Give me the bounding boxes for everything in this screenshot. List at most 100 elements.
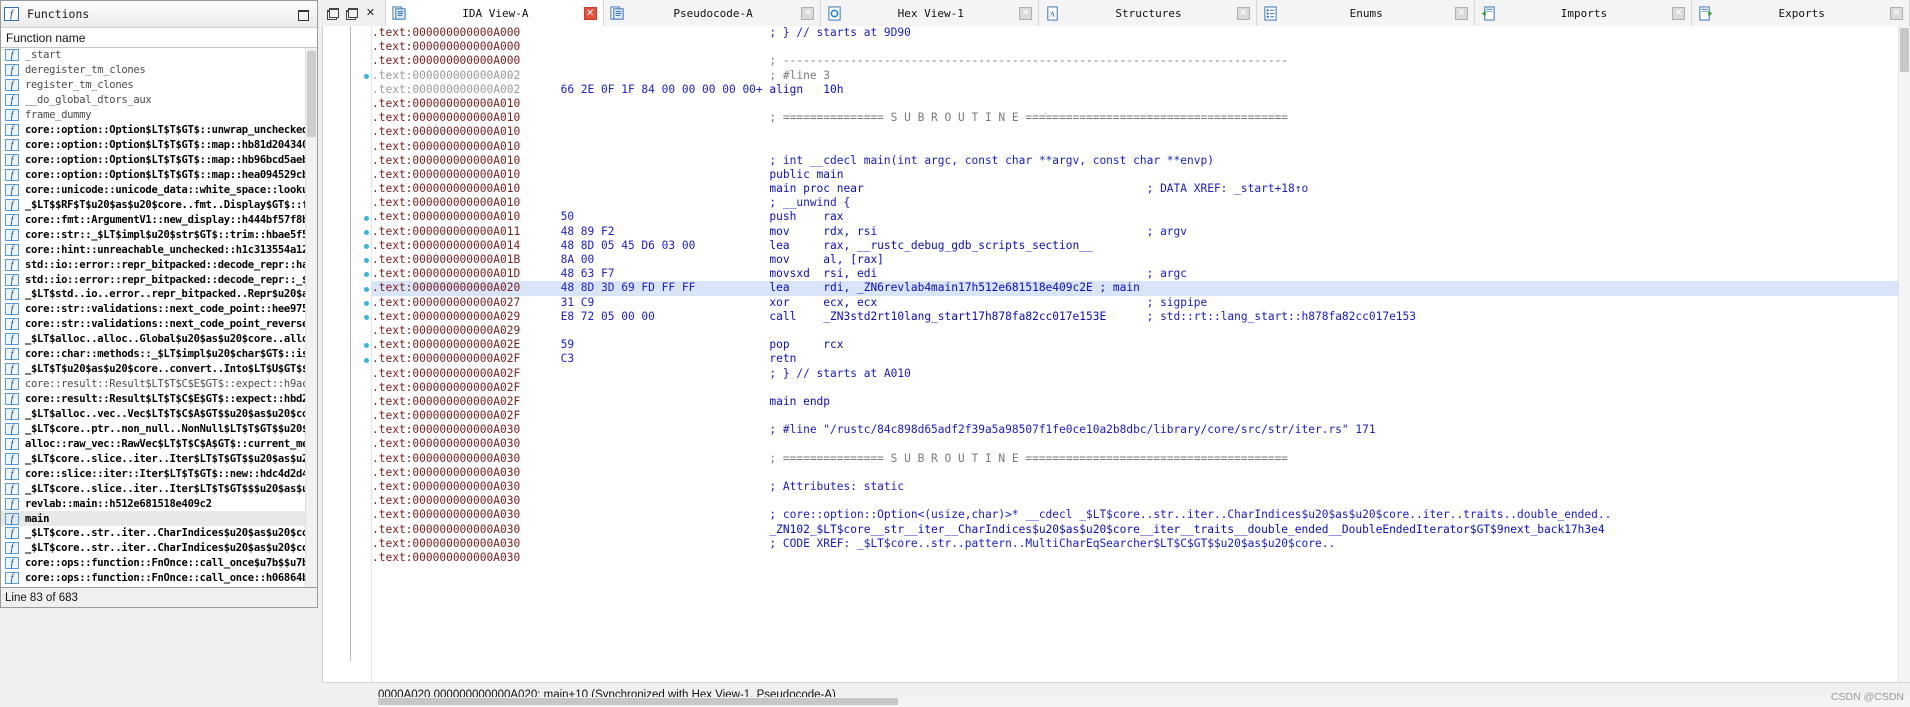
functions-list[interactable]: f_startfderegister_tm_clonesfregister_tm… — [1, 48, 306, 587]
breakpoint-marker-icon[interactable] — [364, 272, 369, 277]
functions-scrollbar-thumb[interactable] — [307, 51, 316, 137]
horizontal-scrollbar-thumb[interactable] — [378, 698, 898, 705]
function-list-item[interactable]: fcore::option::Option$LT$T$GT$::map::hb9… — [1, 153, 306, 168]
disassembly-line[interactable]: .text:000000000000A030 — [372, 437, 1910, 451]
disassembly-line[interactable]: .text:000000000000A030 ; Attributes: sta… — [372, 480, 1910, 494]
function-list-item[interactable]: fstd::io::error::repr_bitpacked::decode_… — [1, 272, 306, 287]
breakpoint-marker-icon[interactable] — [364, 74, 369, 79]
disassembly-line[interactable]: .text:000000000000A010 public main — [372, 168, 1910, 182]
breakpoint-marker-icon[interactable] — [364, 358, 369, 363]
disassembly-line[interactable]: .text:000000000000A02F — [372, 409, 1910, 423]
disassembly-line[interactable]: .text:000000000000A029 — [372, 324, 1910, 338]
function-list-item[interactable]: fcore::char::methods::_$LT$impl$u20$char… — [1, 347, 306, 362]
disassembly-line[interactable]: .text:000000000000A02F C3 retn — [372, 352, 1910, 366]
breakpoint-marker-icon[interactable] — [364, 287, 369, 292]
function-list-item[interactable]: fcore::result::Result$LT$T$C$E$GT$::expe… — [1, 377, 306, 392]
tab-imports[interactable]: Imports✕ — [1475, 0, 1693, 26]
breakpoint-marker-icon[interactable] — [364, 315, 369, 320]
disassembly-line[interactable]: .text:000000000000A030 _ZN102_$LT$core__… — [372, 523, 1910, 537]
disassembly-line[interactable]: .text:000000000000A02F main endp — [372, 395, 1910, 409]
function-list-item[interactable]: fcore::str::validations::next_code_point… — [1, 317, 306, 332]
functions-column-header[interactable]: Function name — [1, 28, 317, 48]
function-list-item[interactable]: f_$LT$core..ptr..non_null..NonNull$LT$T$… — [1, 421, 306, 436]
close-window-icon[interactable]: ✕ — [364, 7, 377, 20]
tile-window-icon[interactable] — [345, 7, 358, 20]
disassembly-code-area[interactable]: .text:000000000000A000 ; } // starts at … — [372, 26, 1910, 683]
disassembly-line[interactable]: .text:000000000000A010 main proc near ; … — [372, 182, 1910, 196]
disassembly-line[interactable]: .text:000000000000A030 — [372, 494, 1910, 508]
tab-close-icon[interactable]: ✕ — [1237, 7, 1250, 20]
tab-exports[interactable]: Exports✕ — [1692, 0, 1910, 26]
disassembly-scrollbar-thumb[interactable] — [1900, 28, 1909, 72]
disassembly-line[interactable]: .text:000000000000A02F ; } // starts at … — [372, 367, 1910, 381]
tab-close-icon[interactable]: ✕ — [1672, 7, 1685, 20]
breakpoint-marker-icon[interactable] — [364, 258, 369, 263]
function-list-item[interactable]: fcore::option::Option$LT$T$GT$::map::hb8… — [1, 138, 306, 153]
disassembly-line[interactable]: .text:000000000000A02F — [372, 381, 1910, 395]
function-list-item[interactable]: fcore::str::validations::next_code_point… — [1, 302, 306, 317]
function-list-item[interactable]: f_$LT$core..slice..iter..Iter$LT$T$GT$$$… — [1, 481, 306, 496]
function-list-item[interactable]: frevlab::main::h512e681518e409c2 — [1, 496, 306, 511]
function-list-item[interactable]: f__do_global_dtors_aux — [1, 93, 306, 108]
disassembly-line[interactable]: .text:000000000000A011 48 89 F2 mov rdx,… — [372, 225, 1910, 239]
disassembly-line[interactable]: .text:000000000000A000 ; ---------------… — [372, 54, 1910, 68]
breakpoint-marker-icon[interactable] — [364, 343, 369, 348]
tab-close-icon[interactable]: ✕ — [1019, 7, 1032, 20]
disassembly-line[interactable]: .text:000000000000A01B 8A 00 mov al, [ra… — [372, 253, 1910, 267]
disassembly-line[interactable]: .text:000000000000A030 — [372, 466, 1910, 480]
disassembly-line[interactable]: .text:000000000000A010 — [372, 140, 1910, 154]
disassembly-line[interactable]: .text:000000000000A010 ; ===============… — [372, 111, 1910, 125]
function-list-item[interactable]: f_$LT$core..str..iter..CharIndices$u20$a… — [1, 526, 306, 541]
disassembly-line[interactable]: ∨.text:000000000000A010 50 push rax — [372, 210, 1910, 224]
disassembly-vertical-scrollbar[interactable] — [1898, 26, 1910, 683]
function-list-item[interactable]: fframe_dummy — [1, 108, 306, 123]
disassembly-line[interactable]: .text:000000000000A010 — [372, 97, 1910, 111]
disassembly-line[interactable]: .text:000000000000A000 — [372, 40, 1910, 54]
function-list-item[interactable]: f_$LT$core..slice..iter..Iter$LT$T$GT$$u… — [1, 451, 306, 466]
tab-close-icon[interactable]: ✕ — [584, 7, 597, 20]
functions-restore-button[interactable] — [296, 8, 310, 21]
function-list-item[interactable]: fmain — [1, 511, 306, 526]
functions-vertical-scrollbar[interactable] — [305, 48, 317, 587]
tab-pseudocode-a[interactable]: Pseudocode-A✕ — [604, 0, 822, 26]
disassembly-line[interactable]: .text:000000000000A02E 59 pop rcx — [372, 338, 1910, 352]
function-list-item[interactable]: f_$LT$T$u20$as$u20$core..convert..Into$L… — [1, 362, 306, 377]
tab-close-icon[interactable]: ✕ — [1455, 7, 1468, 20]
tab-hex-view-1[interactable]: Hex View-1✕ — [821, 0, 1039, 26]
breakpoint-marker-icon[interactable] — [364, 301, 369, 306]
function-list-item[interactable]: f_start — [1, 48, 306, 63]
function-list-item[interactable]: fcore::fmt::ArgumentV1::new_display::h44… — [1, 212, 306, 227]
breakpoint-marker-icon[interactable] — [364, 230, 369, 235]
function-list-item[interactable]: fcore::str::_$LT$impl$u20$str$GT$::trim:… — [1, 227, 306, 242]
disassembly-line[interactable]: .text:000000000000A002 66 2E 0F 1F 84 00… — [372, 83, 1910, 97]
disassembly-line[interactable]: .text:000000000000A010 — [372, 125, 1910, 139]
function-list-item[interactable]: fstd::io::error::repr_bitpacked::decode_… — [1, 257, 306, 272]
disassembly-line[interactable]: .text:000000000000A030 ; CODE XREF: _$LT… — [372, 537, 1910, 551]
ida-view-a-disassembly[interactable]: .text:000000000000A000 ; } // starts at … — [322, 26, 1910, 683]
function-list-item[interactable]: fcore::option::Option$LT$T$GT$::unwrap_u… — [1, 123, 306, 138]
disassembly-line[interactable]: .text:000000000000A01D 48 63 F7 movsxd r… — [372, 267, 1910, 281]
disassembly-line[interactable]: .text:000000000000A029 E8 72 05 00 00 ca… — [372, 310, 1910, 324]
disassembly-line[interactable]: .text:000000000000A027 31 C9 xor ecx, ec… — [372, 296, 1910, 310]
function-list-item[interactable]: fcore::result::Result$LT$T$C$E$GT$::expe… — [1, 392, 306, 407]
disassembly-line[interactable]: .text:000000000000A030 ; core::option::O… — [372, 508, 1910, 522]
function-list-item[interactable]: f_$LT$core..str..iter..CharIndices$u20$a… — [1, 541, 306, 556]
tab-structures[interactable]: AStructures✕ — [1039, 0, 1257, 26]
function-list-item[interactable]: fregister_tm_clones — [1, 78, 306, 93]
tab-ida-view-a[interactable]: IDA View-A✕ — [386, 0, 604, 26]
disassembly-line[interactable]: .text:000000000000A000 ; } // starts at … — [372, 26, 1910, 40]
tab-enums[interactable]: Enums✕ — [1257, 0, 1475, 26]
function-list-item[interactable]: fderegister_tm_clones — [1, 63, 306, 78]
function-list-item[interactable]: fcore::slice::iter::Iter$LT$T$GT$::new::… — [1, 466, 306, 481]
function-list-item[interactable]: fcore::option::Option$LT$T$GT$::map::hea… — [1, 168, 306, 183]
function-list-item[interactable]: f_$LT$alloc..vec..Vec$LT$T$C$A$GT$$u20$a… — [1, 407, 306, 422]
function-list-item[interactable]: fcore::unicode::unicode_data::white_spac… — [1, 182, 306, 197]
function-list-item[interactable]: f_$LT$$RF$T$u20$as$u20$core..fmt..Displa… — [1, 197, 306, 212]
function-list-item[interactable]: fcore::hint::unreachable_unchecked::h1c3… — [1, 242, 306, 257]
breakpoint-marker-icon[interactable] — [364, 244, 369, 249]
disassembly-line[interactable]: .text:000000000000A014 48 8D 05 45 D6 03… — [372, 239, 1910, 253]
function-list-item[interactable]: f_$LT$std..io..error..repr_bitpacked..Re… — [1, 287, 306, 302]
tab-close-icon[interactable]: ✕ — [801, 7, 814, 20]
function-list-item[interactable]: f_$LT$alloc..alloc..Global$u20$as$u20$co… — [1, 332, 306, 347]
function-list-item[interactable]: fcore::ops::function::FnOnce::call_once$… — [1, 556, 306, 571]
